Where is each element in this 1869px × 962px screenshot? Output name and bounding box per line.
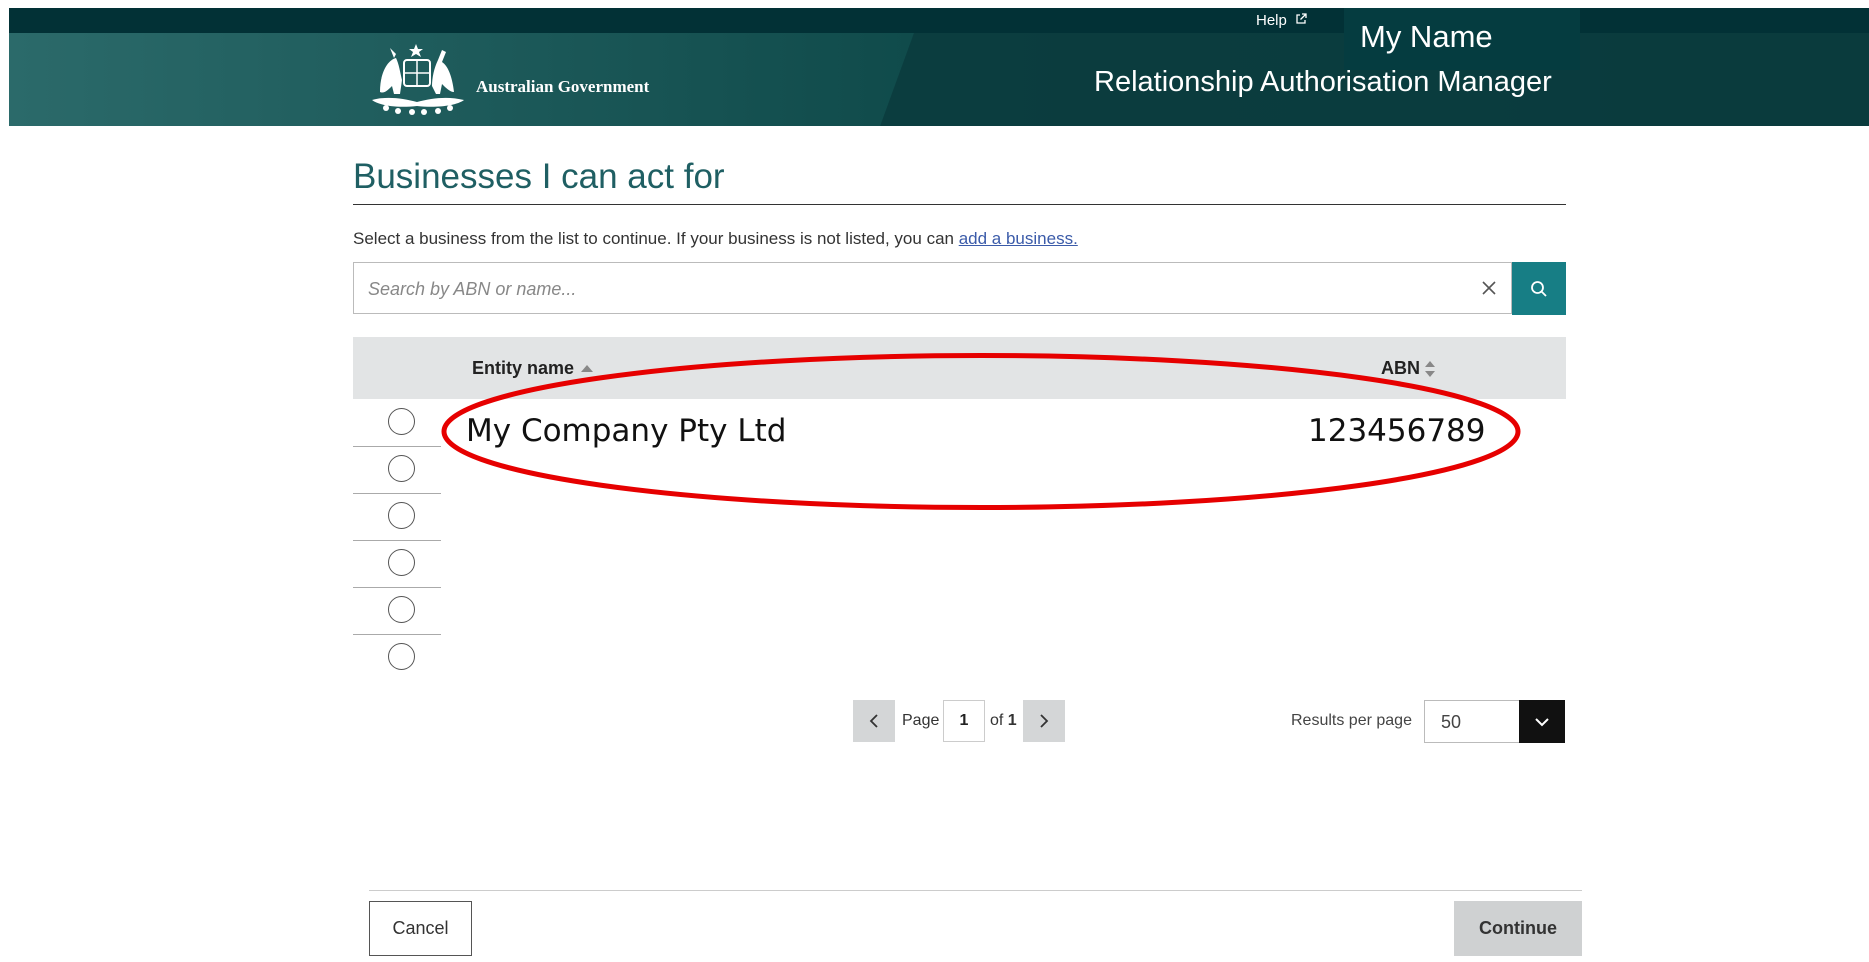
row-radio-button[interactable] [388,596,415,623]
chevron-down-icon [1535,717,1549,726]
user-name: My Name [1360,19,1493,54]
search-input[interactable] [366,263,1470,315]
current-page-input[interactable]: 1 [943,700,985,742]
add-business-link[interactable]: add a business. [959,229,1078,248]
row-divider [353,446,441,447]
app-title: Relationship Authorisation Manager [1094,66,1552,98]
next-page-button[interactable] [1023,700,1065,742]
previous-page-button[interactable] [853,700,895,742]
page-label: Page [902,712,940,729]
search-button[interactable] [1512,262,1566,315]
row-divider [353,540,441,541]
total-pages: 1 [1007,712,1017,729]
external-link-icon [1296,13,1307,24]
top-utility-bar [9,8,1869,33]
clear-search-button[interactable] [1465,263,1513,313]
footer-divider [369,890,1582,891]
results-per-page-value: 50 [1441,712,1462,732]
results-per-page-label: Results per page [1291,712,1412,729]
intro-text: Select a business from the list to conti… [353,229,1078,249]
intro-sentence: Select a business from the list to conti… [353,229,959,248]
title-divider [353,204,1566,205]
row-divider [353,587,441,588]
search-icon [1531,280,1547,297]
coat-of-arms-logo [372,44,464,115]
government-name: Australian Government [476,77,650,96]
row-radio-button[interactable] [388,455,415,482]
row-radio-button[interactable] [388,502,415,529]
continue-button[interactable]: Continue [1454,901,1582,956]
row-radio-button[interactable] [388,549,415,576]
highlight-annotation [441,353,1521,510]
row-divider [353,634,441,635]
page-of-total: of 1 [990,712,1017,730]
row-radio-button[interactable] [388,643,415,670]
close-icon [1482,281,1496,295]
chevron-right-icon [1040,714,1049,728]
row-divider [353,493,441,494]
cancel-button[interactable]: Cancel [369,901,472,956]
help-link[interactable]: Help [1256,12,1307,29]
help-label: Help [1256,12,1287,29]
results-per-page-dropdown-button[interactable] [1519,700,1565,743]
chevron-left-icon [869,714,878,728]
search-field [353,262,1513,315]
row-radio-button[interactable] [388,408,415,435]
header-banner [9,33,1869,126]
of-label: of [990,712,1004,729]
page-title: Businesses I can act for [353,157,725,196]
